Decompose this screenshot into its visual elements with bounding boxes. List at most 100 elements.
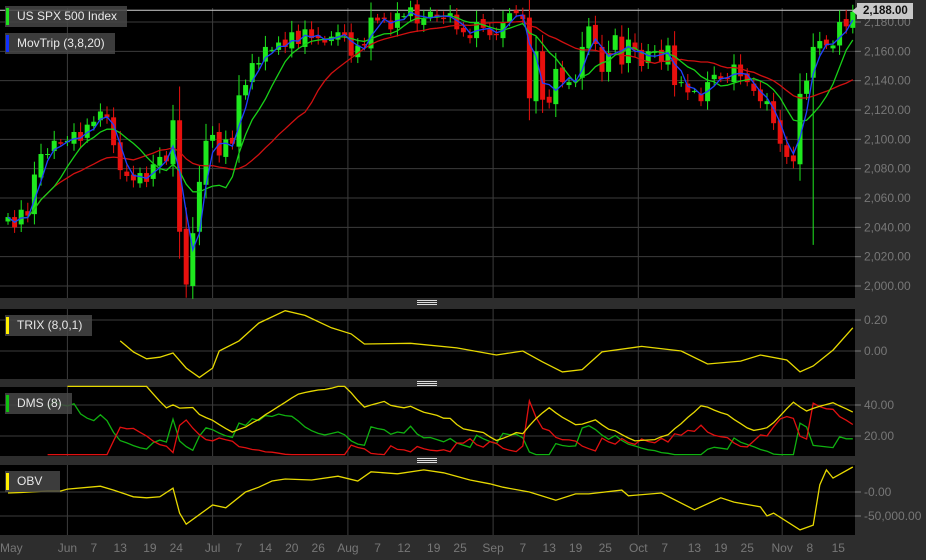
legend-obv-label: OBV <box>17 474 43 488</box>
x-tick-label: 7 <box>519 541 526 555</box>
legend-price-label: US SPX 500 Index <box>17 9 118 23</box>
resize-handle-line <box>417 385 437 386</box>
y-tick-label: -0.00 <box>864 485 892 499</box>
candle-body <box>243 85 249 96</box>
resize-handle-icon[interactable] <box>417 458 437 463</box>
y-tick-label: 40.00 <box>864 398 894 412</box>
candle-body <box>467 35 473 39</box>
x-tick-label: May <box>0 541 23 555</box>
candle-body <box>117 142 123 171</box>
candle-body <box>678 82 684 84</box>
x-tick-label: 20 <box>285 541 299 555</box>
x-tick-label: Aug <box>337 541 358 555</box>
x-tick-label: 7 <box>90 541 97 555</box>
resize-handle-line <box>417 381 437 382</box>
candle-body <box>738 64 744 77</box>
x-tick-label: Nov <box>772 541 793 555</box>
candles <box>5 0 856 299</box>
x-tick-label: 19 <box>569 541 583 555</box>
x-tick-label: 14 <box>259 541 273 555</box>
x-tick-label: Oct <box>629 541 648 555</box>
candle-body <box>493 33 499 36</box>
movtrip-3-line <box>7 11 854 253</box>
x-tick-label: 12 <box>397 541 411 555</box>
legend-dms-label: DMS (8) <box>17 396 62 410</box>
legend-movtrip[interactable]: MovTrip (3,8,20) <box>5 33 115 54</box>
legend-trix[interactable]: TRIX (8,0,1) <box>5 315 93 336</box>
resize-handle-line <box>417 383 437 384</box>
candle-body <box>441 17 447 20</box>
y-tick-label: 2,080.00 <box>864 162 911 176</box>
candle-body <box>18 209 24 225</box>
x-tick-label: 25 <box>741 541 755 555</box>
y-tick-label: 2,140.00 <box>864 74 911 88</box>
candle-body <box>553 68 559 105</box>
x-tick-label: 24 <box>170 541 184 555</box>
resize-handle-line <box>417 462 437 463</box>
candle-body <box>804 80 810 94</box>
candle-body <box>513 10 519 14</box>
legend-obv[interactable]: OBV <box>5 471 60 492</box>
legend-color-swatch <box>6 317 9 334</box>
x-tick-label: 25 <box>599 541 613 555</box>
x-tick-label: 19 <box>427 541 441 555</box>
candle-body <box>414 4 420 24</box>
x-tick-label: 19 <box>714 541 728 555</box>
chart-window: May Jun 7 13 19 24 Jul 7 14 20 26 Aug 7 12 19 25 Sep 7 13 1… <box>0 0 926 560</box>
x-tick-label: 7 <box>236 541 243 555</box>
candle-body <box>421 19 427 25</box>
candle-body <box>58 142 64 144</box>
x-tick-label: 13 <box>543 541 557 555</box>
legend-dms[interactable]: DMS (8) <box>5 393 72 414</box>
y-tick-label: 2,000.00 <box>864 279 911 293</box>
movtrip-8-line <box>7 15 854 223</box>
resize-handle-line <box>417 460 437 461</box>
resize-handle-line <box>417 304 437 305</box>
candle-body <box>183 228 189 285</box>
x-tick-label: 13 <box>114 541 128 555</box>
dms-adx-line <box>67 385 854 442</box>
x-tick-label: 15 <box>832 541 846 555</box>
y-tick-label: 0.20 <box>864 313 888 327</box>
x-tick-label: 26 <box>312 541 326 555</box>
y-tick-label: 2,160.00 <box>864 44 911 58</box>
candle-body <box>71 131 77 144</box>
x-tick-label: 8 <box>807 541 814 555</box>
dms-plus-di-line <box>47 400 853 456</box>
y-tick-label: 2,100.00 <box>864 132 911 146</box>
candle-body <box>295 30 301 44</box>
legend-color-swatch <box>6 473 9 490</box>
resize-handle-line <box>417 300 437 301</box>
candle-body <box>124 171 130 176</box>
resize-handle-line <box>417 302 437 303</box>
candle-body <box>137 173 143 184</box>
candle-body <box>348 32 354 56</box>
x-tick-label: Jul <box>205 541 220 555</box>
y-tick-label: 20.00 <box>864 429 894 443</box>
candle-body <box>157 156 163 166</box>
legend-movtrip-label: MovTrip (3,8,20) <box>17 36 105 50</box>
y-tick-label: 2,120.00 <box>864 103 911 117</box>
candle-body <box>711 74 717 80</box>
x-tick-label: Jun <box>58 541 77 555</box>
candle-body <box>566 82 572 86</box>
candle-body <box>843 19 849 27</box>
candle-body <box>817 41 823 49</box>
dms-minus-di-line <box>47 398 854 456</box>
candle-body <box>546 96 552 103</box>
candle-body <box>170 120 176 165</box>
last-price-badge: 2,188.00 <box>852 3 913 19</box>
candle-body <box>210 134 216 141</box>
candle-body <box>784 145 790 157</box>
legend-trix-label: TRIX (8,0,1) <box>17 318 83 332</box>
legend-color-swatch <box>6 8 9 25</box>
x-tick-label: 7 <box>374 541 381 555</box>
legend-price[interactable]: US SPX 500 Index <box>5 6 128 27</box>
y-tick-label: 2,020.00 <box>864 250 911 264</box>
x-tick-label: Sep <box>482 541 504 555</box>
chart-canvas[interactable]: May Jun 7 13 19 24 Jul 7 14 20 26 Aug 7 12 19 25 Sep 7 13 1… <box>0 0 926 560</box>
candle-body <box>625 39 631 64</box>
resize-handle-icon[interactable] <box>417 300 437 305</box>
resize-handle-icon[interactable] <box>417 381 437 386</box>
candle-body <box>256 63 262 65</box>
